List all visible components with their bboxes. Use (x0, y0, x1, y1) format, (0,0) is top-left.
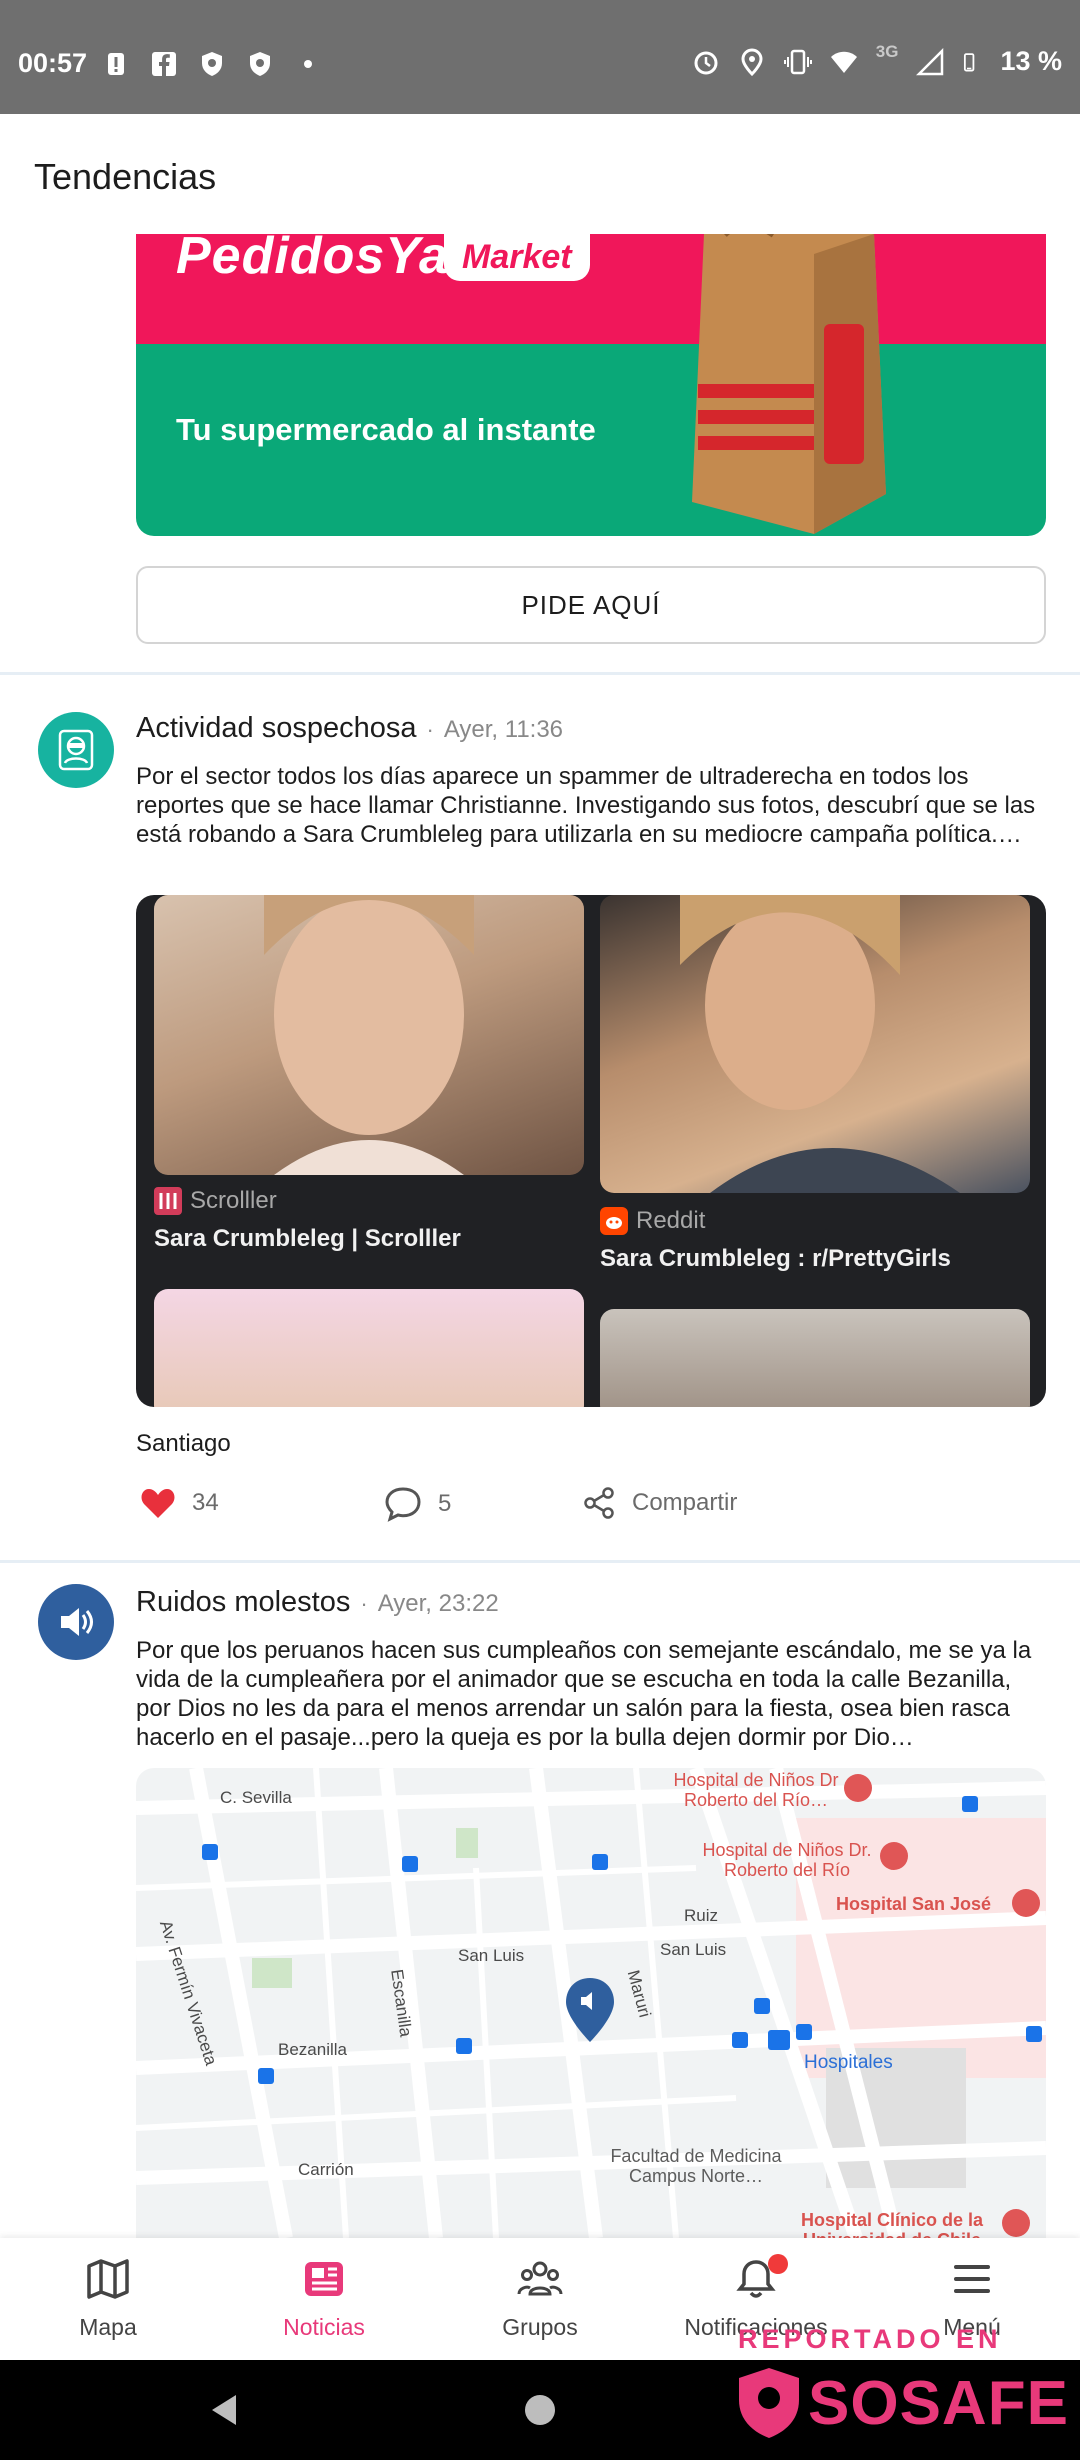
menu-icon (954, 2265, 990, 2293)
ad-brand: PedidosYa (176, 234, 449, 285)
heart-icon (141, 1489, 175, 1518)
post-map[interactable]: C. Sevilla Av. Fermín Vivaceta Escanilla… (136, 1768, 1046, 2238)
share-button[interactable]: Compartir (582, 1486, 737, 1520)
post-location: Santiago (136, 1430, 231, 1457)
dot-icon (304, 60, 312, 68)
result-source: Scrolller (154, 1187, 277, 1215)
battery-level: 13 % (1000, 46, 1062, 76)
post-actions: 34 5 Compartir (136, 1486, 1036, 1536)
nav-label: Noticias (283, 2314, 365, 2340)
map-poi-label: Hospital Clínico de la Universidad de Ch… (800, 2210, 984, 2238)
post-time: Ayer, 11:36 (443, 716, 564, 743)
map-poi-label: Facultad de Medicina Campus Norte… (610, 2146, 782, 2186)
sosafe-shield-icon (739, 2368, 799, 2438)
divider (0, 1560, 1080, 1563)
map-roads (136, 1768, 1046, 2238)
status-time: 00:57 (18, 48, 88, 78)
post-header: Ruidos molestos · Ayer, 23:22 (136, 1586, 499, 1619)
nav-item-noticias[interactable]: Noticias (224, 2256, 424, 2341)
like-button[interactable]: 34 (140, 1486, 219, 1520)
ad-badge: Market (444, 234, 590, 281)
status-left-icons (102, 50, 322, 78)
result-title: Sara Crumbleleg | Scrolller (154, 1225, 461, 1252)
share-label: Compartir (632, 1489, 738, 1516)
alert-icon (108, 53, 124, 75)
post-header: Actividad sospechosa · Ayer, 11:36 (136, 712, 563, 745)
result-source-name: Reddit (636, 1207, 706, 1234)
post-body[interactable]: Por que los peruanos hacen sus cumpleaño… (136, 1636, 1048, 1752)
separator-dot: · (360, 1591, 368, 1616)
result-thumbnail (600, 895, 1030, 1193)
shield-icon (250, 52, 270, 76)
page-title: Tendencias (34, 156, 217, 197)
facebook-icon (152, 52, 176, 76)
comment-button[interactable]: 5 (384, 1486, 451, 1522)
nav-item-mapa[interactable]: Mapa (8, 2256, 208, 2341)
result-thumbnail (154, 895, 584, 1175)
like-count: 34 (192, 1489, 219, 1516)
network-type: 3G (875, 41, 899, 61)
home-icon[interactable] (524, 2394, 556, 2426)
post-image[interactable]: Scrolller Sara Crumbleleg | Scrolller Re… (136, 895, 1046, 1407)
comment-count: 5 (438, 1490, 452, 1517)
location-icon (741, 47, 763, 76)
shield-icon (202, 52, 222, 76)
ad-cta-button[interactable]: PIDE AQUÍ (136, 566, 1046, 644)
app-header: Tendencias (0, 114, 1080, 234)
watermark-text: REPORTADO EN (738, 2324, 1002, 2354)
map-poi-label: Hospital de Niños Dr Roberto del Río… (673, 1770, 839, 1810)
result-title: Sara Crumbleleg : r/PrettyGirls (600, 1245, 951, 1272)
back-icon[interactable] (208, 2393, 242, 2427)
map-poi-label: Hospital San José (836, 1894, 992, 1914)
map-street-label: San Luis (458, 1946, 525, 1965)
wifi-icon (830, 51, 857, 73)
notification-badge (768, 2254, 788, 2274)
status-bar: 00:57 3G 13 % (0, 0, 1080, 114)
user-incognito-icon (58, 729, 94, 771)
reddit-icon (600, 1207, 628, 1235)
separator-dot: · (426, 717, 434, 742)
comment-icon (385, 1487, 421, 1522)
post-avatar[interactable] (38, 1584, 114, 1660)
news-icon (305, 2262, 343, 2296)
result-source: Reddit (600, 1207, 705, 1235)
groups-icon (517, 2261, 563, 2296)
scrolller-icon (154, 1187, 182, 1215)
post-avatar[interactable] (38, 712, 114, 788)
portrait-shape (264, 895, 474, 1175)
battery-icon (964, 52, 975, 71)
portrait-shape (680, 895, 960, 1193)
ad-banner[interactable]: PedidosYa Market Tu supermercado al inst… (136, 234, 1046, 536)
signal-icon (916, 47, 944, 75)
sosafe-wordmark: SOSAFE (808, 2368, 1069, 2438)
map-icon (87, 2259, 129, 2299)
map-poi-label: Hospital de Niños Dr. Roberto del Río (702, 1840, 872, 1880)
map-street-label: Carrión (298, 2160, 354, 2179)
map-street-label: San Luis (660, 1940, 727, 1959)
map-street-label: Ruiz (684, 1906, 719, 1925)
result-source-name: Scrolller (190, 1187, 277, 1214)
result-thumbnail (154, 1289, 584, 1407)
post-body[interactable]: Por el sector todos los días aparece un … (136, 762, 1048, 849)
status-right-icons: 3G 13 % (692, 42, 1062, 77)
sosafe-logo: SOSAFE (736, 2366, 1069, 2440)
speaker-icon (61, 1608, 93, 1636)
alarm-icon (694, 51, 718, 74)
result-thumbnail (600, 1309, 1030, 1407)
nav-item-grupos[interactable]: Grupos (440, 2256, 640, 2341)
post-category[interactable]: Actividad sospechosa (136, 712, 417, 745)
divider (0, 672, 1080, 675)
share-icon (584, 1487, 614, 1519)
shopping-bag-icon (692, 234, 886, 534)
vibrate-icon (783, 49, 812, 74)
post-time: Ayer, 23:22 (377, 1590, 499, 1617)
map-street-label: C. Sevilla (220, 1788, 292, 1807)
map-street-label: Hospitales (804, 2052, 893, 2073)
map-street-label: Bezanilla (278, 2040, 347, 2059)
post-category[interactable]: Ruidos molestos (136, 1586, 350, 1619)
ad-tagline: Tu supermercado al instante (176, 412, 596, 447)
nav-label: Grupos (502, 2314, 578, 2340)
nav-label: Mapa (79, 2314, 137, 2340)
